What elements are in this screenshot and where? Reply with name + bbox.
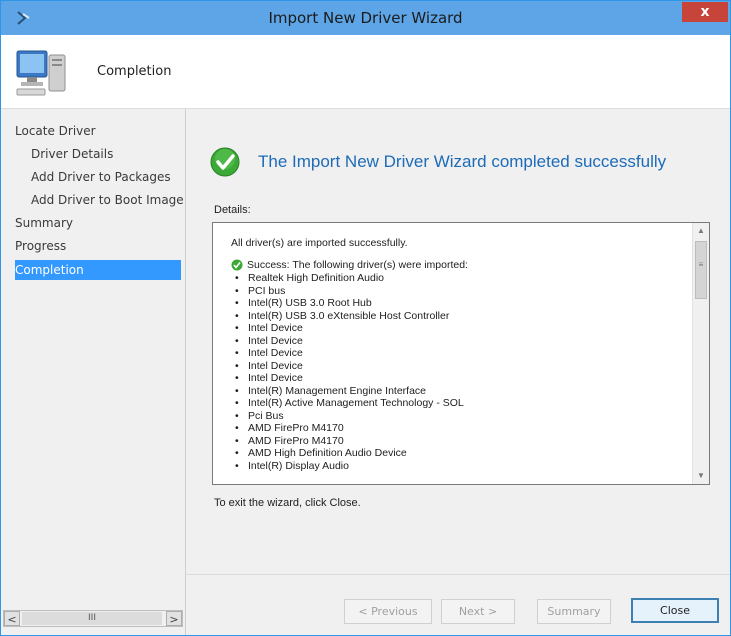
nav-horizontal-scrollbar[interactable]: < III > <box>3 610 183 627</box>
list-item: AMD FirePro M4170 <box>231 422 691 435</box>
list-item: Intel(R) USB 3.0 eXtensible Host Control… <box>231 310 691 323</box>
close-window-button[interactable]: x <box>682 2 728 22</box>
nav-item-progress[interactable]: Progress <box>15 236 66 256</box>
success-check-icon <box>231 259 243 271</box>
scroll-up-arrow-icon[interactable]: ▲ <box>693 223 709 239</box>
driver-list: Realtek High Definition Audio PCI bus In… <box>231 272 691 472</box>
details-summary: All driver(s) are imported successfully. <box>231 237 408 249</box>
list-item: Intel Device <box>231 372 691 385</box>
nav-item-driver-details[interactable]: Driver Details <box>31 144 113 164</box>
list-item: AMD FirePro M4170 <box>231 435 691 448</box>
list-item: Intel Device <box>231 360 691 373</box>
success-line-text: Success: The following driver(s) were im… <box>247 259 468 271</box>
exit-instruction: To exit the wizard, click Close. <box>214 497 361 509</box>
title-bar: Import New Driver Wizard x <box>1 1 730 35</box>
details-content: All driver(s) are imported successfully.… <box>231 237 691 472</box>
nav-item-add-driver-to-boot-image[interactable]: Add Driver to Boot Image <box>31 190 184 210</box>
window-title: Import New Driver Wizard <box>268 9 463 27</box>
list-item: Intel(R) Management Engine Interface <box>231 385 691 398</box>
button-bar: < Previous Next > Summary Close <box>186 574 730 635</box>
list-item: Intel(R) USB 3.0 Root Hub <box>231 297 691 310</box>
nav-item-summary[interactable]: Summary <box>15 213 73 233</box>
nav-item-completion-label: Completion <box>15 263 84 277</box>
next-button[interactable]: Next > <box>441 599 515 624</box>
list-item: PCI bus <box>231 285 691 298</box>
nav-item-completion[interactable]: Completion <box>15 260 181 280</box>
wizard-step-nav: Locate Driver Driver Details Add Driver … <box>1 109 186 635</box>
list-item: Pci Bus <box>231 410 691 423</box>
scroll-left-arrow-icon[interactable]: < <box>4 611 20 626</box>
details-scroll-thumb[interactable]: ≡ <box>695 241 707 299</box>
list-item: Intel(R) Active Management Technology - … <box>231 397 691 410</box>
list-item: Realtek High Definition Audio <box>231 272 691 285</box>
list-item: Intel Device <box>231 322 691 335</box>
list-item: Intel Device <box>231 347 691 360</box>
nav-item-add-driver-to-packages[interactable]: Add Driver to Packages <box>31 167 171 187</box>
list-item: AMD High Definition Audio Device <box>231 447 691 460</box>
main-content: The Import New Driver Wizard completed s… <box>186 109 730 635</box>
details-label: Details: <box>214 204 251 216</box>
details-vertical-scrollbar[interactable]: ▲ ≡ ▼ <box>692 223 709 484</box>
summary-button[interactable]: Summary <box>537 599 611 624</box>
list-item: Intel Device <box>231 335 691 348</box>
scroll-down-arrow-icon[interactable]: ▼ <box>693 468 709 484</box>
nav-scroll-thumb[interactable]: III <box>22 612 162 625</box>
page-title: Completion <box>97 64 172 79</box>
previous-button[interactable]: < Previous <box>344 599 432 624</box>
list-item: Intel(R) Display Audio <box>231 460 691 473</box>
details-textbox[interactable]: All driver(s) are imported successfully.… <box>212 222 710 485</box>
success-check-icon <box>210 147 240 177</box>
header-band: Completion <box>1 35 730 109</box>
nav-item-locate-driver[interactable]: Locate Driver <box>15 121 96 141</box>
computer-icon <box>16 50 66 96</box>
details-success-line: Success: The following driver(s) were im… <box>231 259 691 272</box>
wizard-window: Import New Driver Wizard x Completion Lo… <box>0 0 731 636</box>
scroll-right-arrow-icon[interactable]: > <box>166 611 182 626</box>
close-button[interactable]: Close <box>631 598 719 623</box>
completion-heading: The Import New Driver Wizard completed s… <box>258 152 667 171</box>
